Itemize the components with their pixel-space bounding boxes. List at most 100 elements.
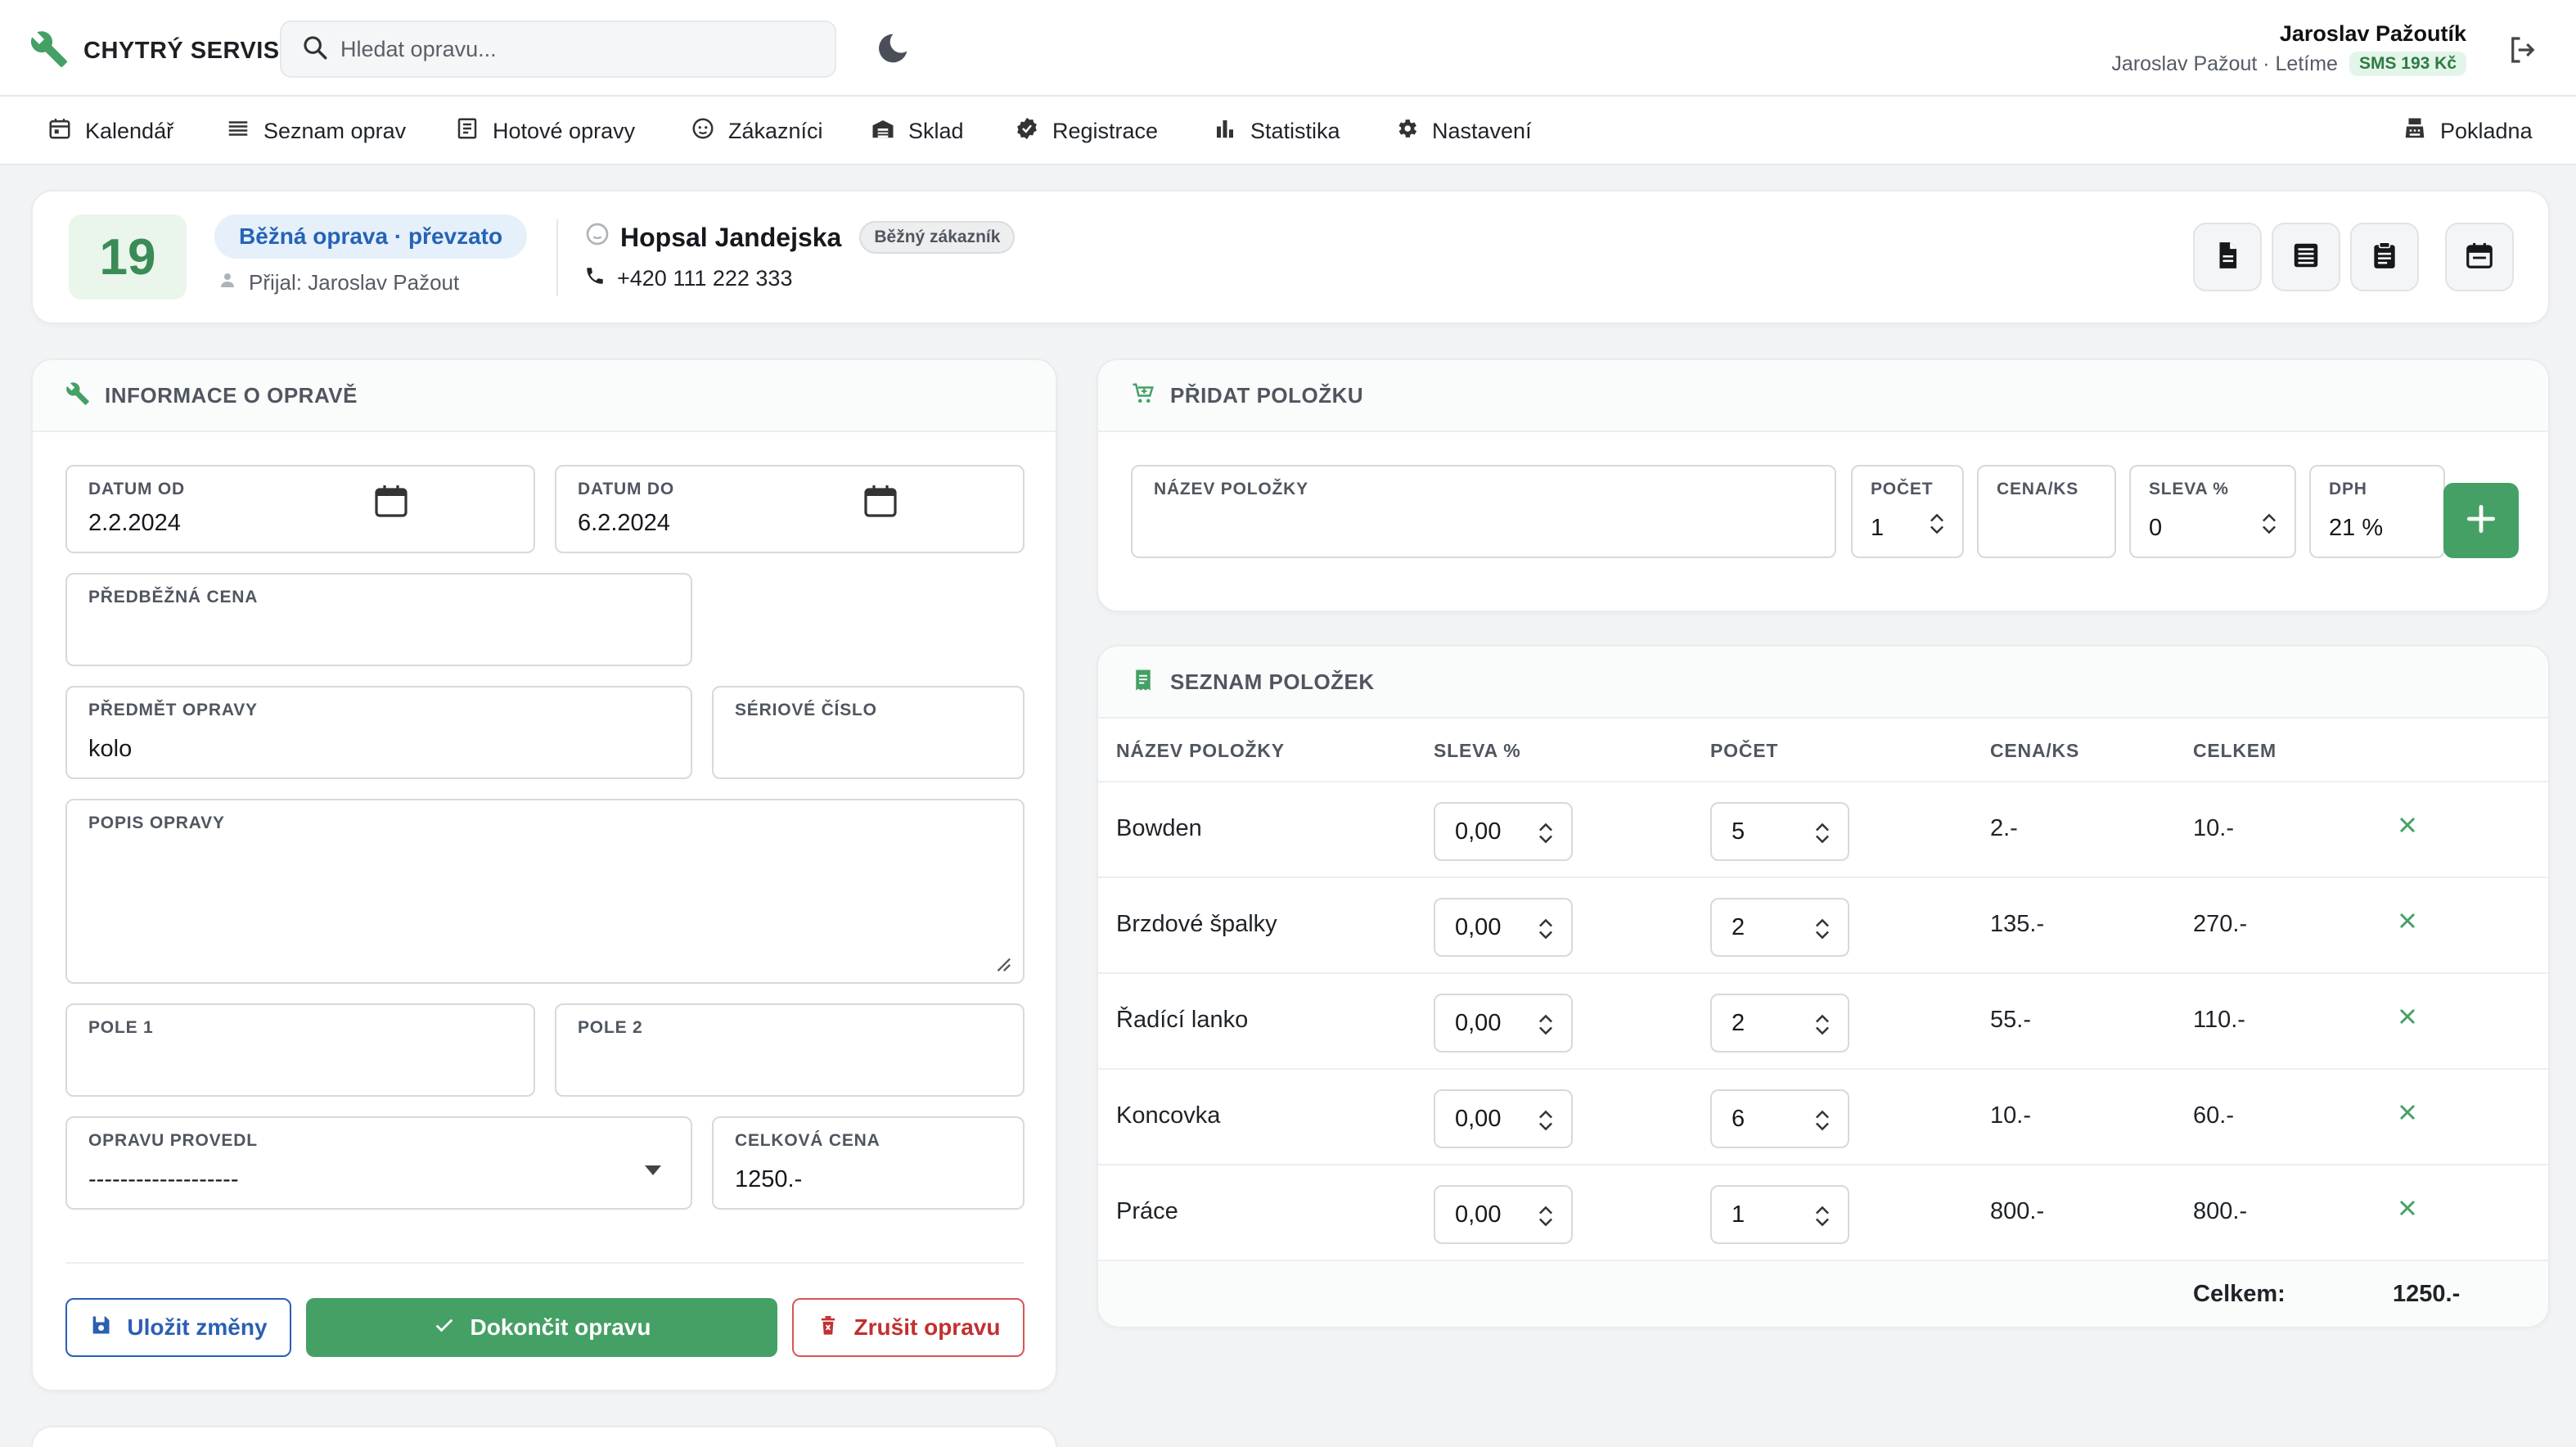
item-vat-select[interactable]: DPH 21 % <box>2309 465 2445 558</box>
document-button[interactable] <box>2193 223 2262 291</box>
delete-item-icon[interactable] <box>2394 1195 2421 1221</box>
count-input[interactable]: 5 <box>1710 802 1849 861</box>
nav-item-seznam-oprav[interactable]: Seznam oprav <box>226 97 406 165</box>
save-button[interactable]: Uložit změny <box>65 1298 291 1357</box>
column-header[interactable]: NÁZEV POLOŽKY <box>1116 740 1285 762</box>
stepper-icon[interactable] <box>1538 820 1553 846</box>
table-row: Řadící lanko 0,00 2 55.- 110.- <box>1098 974 2548 1070</box>
repair-description-field[interactable]: POPIS OPRAVY <box>65 799 1025 984</box>
item-unit-price: 135.- <box>1990 911 2045 937</box>
count-input[interactable]: 2 <box>1710 994 1849 1053</box>
count-input[interactable]: 6 <box>1710 1089 1849 1148</box>
stepper-icon[interactable] <box>1815 820 1830 846</box>
item-name: Koncovka <box>1116 1102 1221 1129</box>
list-document-button[interactable] <box>2272 223 2340 291</box>
count-input[interactable]: 1 <box>1710 1185 1849 1244</box>
stepper-icon[interactable] <box>1815 1012 1830 1038</box>
add-item-card: PŘIDAT POLOŽKU NÁZEV POLOŽKY POČET 1 CEN… <box>1097 358 2550 612</box>
cancel-repair-button[interactable]: Zrušit opravu <box>792 1298 1025 1357</box>
clipboard-icon <box>2369 240 2400 275</box>
total-price-field[interactable]: CELKOVÁ CENA 1250.- <box>712 1116 1025 1210</box>
user-company: Jaroslav Pažout · Letíme <box>2111 52 2338 75</box>
nav-item-hotove-opravy[interactable]: Hotové opravy <box>455 97 635 165</box>
wrench-icon <box>65 381 90 410</box>
clipboard-button[interactable] <box>2350 223 2419 291</box>
stepper-icon[interactable] <box>2262 511 2277 537</box>
item-name: Práce <box>1116 1198 1178 1224</box>
nav-item-label: Registrace <box>1052 118 1159 143</box>
calendar-button[interactable] <box>2445 223 2514 291</box>
nav-item-label: Zákazníci <box>728 118 823 143</box>
column-header[interactable]: CELKEM <box>2193 740 2277 762</box>
total-label: Celkem: <box>2193 1281 2286 1307</box>
total-value: 1250.- <box>2393 1281 2461 1307</box>
search-input[interactable] <box>340 36 799 62</box>
face-icon <box>691 116 715 147</box>
count-input[interactable]: 2 <box>1710 898 1849 957</box>
repair-subject-field[interactable]: PŘEDMĚT OPRAVY kolo <box>65 686 692 779</box>
serial-number-field[interactable]: SÉRIOVÉ ČÍSLO <box>712 686 1025 779</box>
search-icon <box>301 34 329 65</box>
dark-mode-toggle[interactable] <box>876 31 910 65</box>
item-name-field[interactable]: NÁZEV POLOŽKY <box>1131 465 1836 558</box>
calendar-picker-icon[interactable] <box>861 481 900 521</box>
search-box[interactable] <box>280 20 836 78</box>
stepper-icon[interactable] <box>1815 916 1830 942</box>
column-header[interactable]: POČET <box>1710 740 1778 762</box>
delete-item-icon[interactable] <box>2394 1003 2421 1030</box>
item-count-field[interactable]: POČET 1 <box>1851 465 1964 558</box>
calendar-icon <box>47 116 72 147</box>
calendar-picker-icon[interactable] <box>372 481 411 521</box>
receipt-icon <box>1131 668 1155 696</box>
item-unit-price: 55.- <box>1990 1007 2031 1033</box>
stepper-icon[interactable] <box>1538 1107 1553 1134</box>
discount-input[interactable]: 0,00 <box>1434 1089 1573 1148</box>
nav-item-registrace[interactable]: Registrace <box>1015 97 1158 165</box>
brand[interactable]: CHYTRÝ SERVIS <box>29 29 280 73</box>
performed-by-select[interactable]: OPRAVU PROVEDL ------------------- <box>65 1116 692 1210</box>
nav-item-pokladna[interactable]: Pokladna <box>2403 97 2533 165</box>
nav-item-sklad[interactable]: Sklad <box>871 97 964 165</box>
wrench-icon <box>29 29 69 73</box>
discount-input[interactable]: 0,00 <box>1434 1185 1573 1244</box>
delete-item-icon[interactable] <box>2394 908 2421 934</box>
stepper-icon[interactable] <box>1538 1203 1553 1229</box>
nav-item-nastaveni[interactable]: Nastavení <box>1394 97 1532 165</box>
add-item-button[interactable] <box>2443 483 2519 558</box>
stepper-icon[interactable] <box>1930 511 1944 537</box>
delete-item-icon[interactable] <box>2394 1099 2421 1125</box>
discount-input[interactable]: 0,00 <box>1434 994 1573 1053</box>
calendar-icon <box>2464 240 2495 275</box>
item-discount-field[interactable]: SLEVA % 0 <box>2129 465 2296 558</box>
item-total: 110.- <box>2193 1007 2245 1033</box>
moon-icon <box>876 34 910 69</box>
logout-button[interactable] <box>2506 33 2540 67</box>
nav-item-zakaznici[interactable]: Zákazníci <box>691 97 823 165</box>
discount-input[interactable]: 0,00 <box>1434 802 1573 861</box>
nav-item-kalendar[interactable]: Kalendář <box>47 97 173 165</box>
preliminary-price-field[interactable]: PŘEDBĚŽNÁ CENA <box>65 573 692 666</box>
finish-repair-button[interactable]: Dokončit opravu <box>306 1298 777 1357</box>
delete-item-icon[interactable] <box>2394 812 2421 838</box>
field-1[interactable]: POLE 1 <box>65 1003 535 1097</box>
stepper-icon[interactable] <box>1538 916 1553 942</box>
plus-icon <box>2463 501 2499 541</box>
cart-icon <box>1131 381 1155 410</box>
stepper-icon[interactable] <box>1815 1107 1830 1134</box>
discount-input[interactable]: 0,00 <box>1434 898 1573 957</box>
column-header[interactable]: CENA/KS <box>1990 740 2079 762</box>
stepper-icon[interactable] <box>1815 1203 1830 1229</box>
item-price-field[interactable]: CENA/KS <box>1977 465 2116 558</box>
document-icon <box>2212 240 2243 275</box>
date-from-field[interactable]: DATUM OD 2.2.2024 <box>65 465 535 553</box>
column-header[interactable]: SLEVA % <box>1434 740 1521 762</box>
floppy-disk-icon <box>89 1314 112 1342</box>
card-title: PŘIDAT POLOŽKU <box>1170 382 1364 408</box>
nav-item-statistika[interactable]: Statistika <box>1213 97 1340 165</box>
customer-name-row[interactable]: Hopsal Jandejska Běžný zákazník <box>584 221 1016 254</box>
resize-handle-icon[interactable] <box>993 954 1011 972</box>
date-to-field[interactable]: DATUM DO 6.2.2024 <box>555 465 1025 553</box>
stepper-icon[interactable] <box>1538 1012 1553 1038</box>
field-2[interactable]: POLE 2 <box>555 1003 1025 1097</box>
item-unit-price: 2.- <box>1990 815 2018 841</box>
